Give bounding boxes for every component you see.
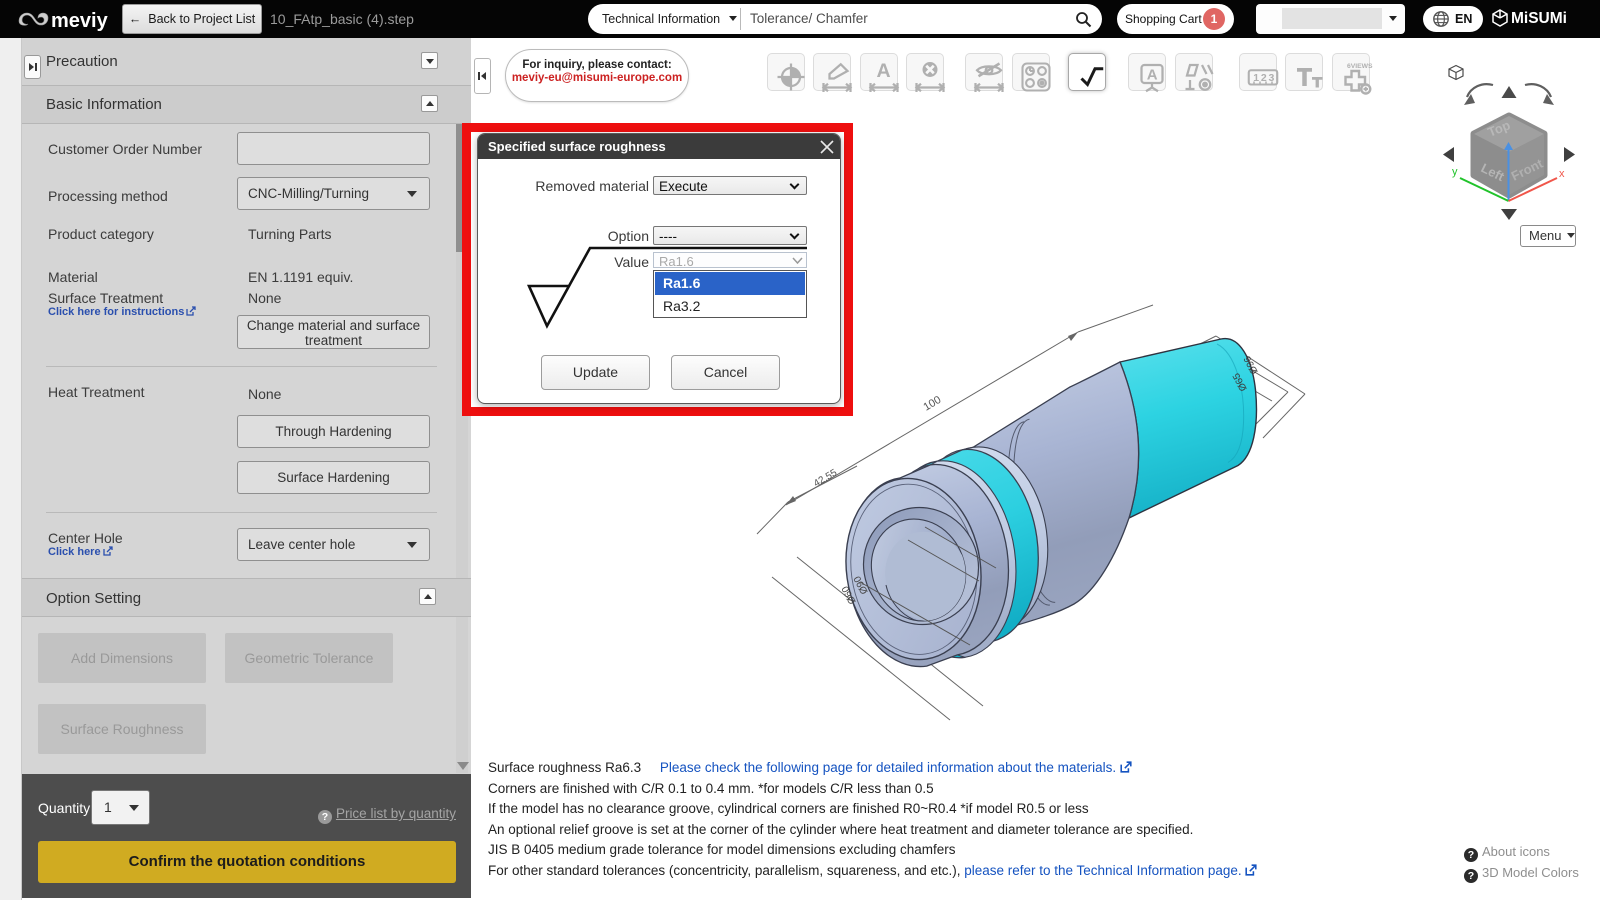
svg-text:A: A bbox=[1147, 66, 1158, 83]
svg-text:meviy: meviy bbox=[51, 10, 108, 32]
svg-text:6VIEWS: 6VIEWS bbox=[1347, 63, 1373, 70]
svg-text:x: x bbox=[1559, 168, 1565, 180]
svg-text:A: A bbox=[877, 60, 891, 82]
svg-text:100: 100 bbox=[921, 394, 943, 414]
svg-text:42.55: 42.55 bbox=[812, 467, 840, 489]
svg-text:y: y bbox=[1452, 166, 1458, 178]
